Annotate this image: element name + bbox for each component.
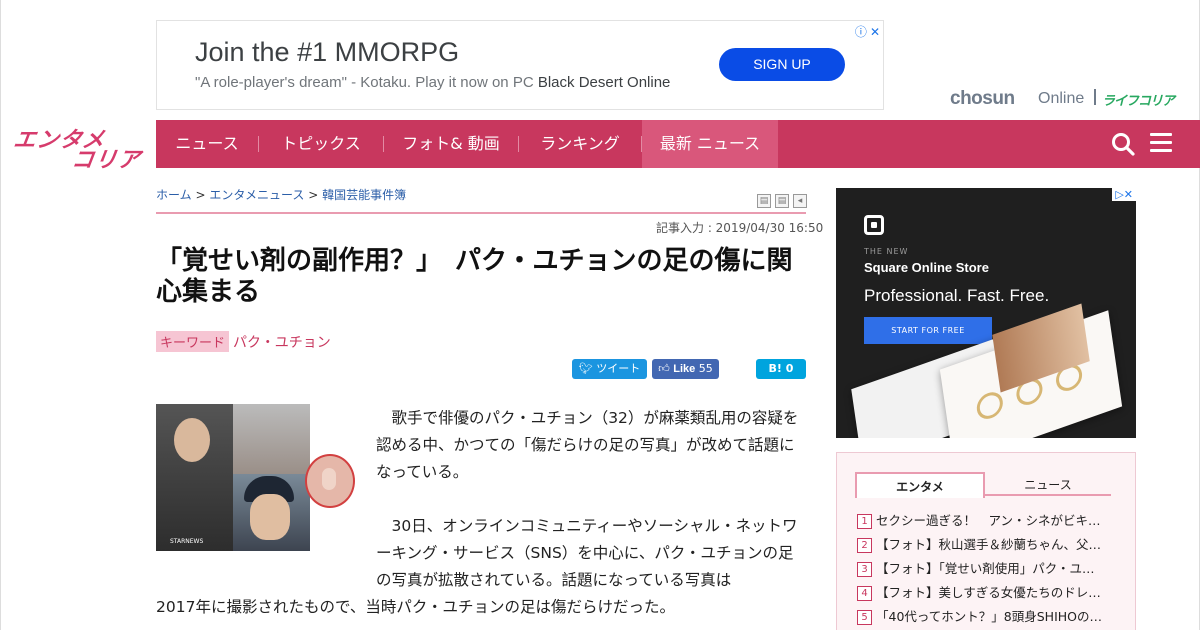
tab-entertainment[interactable]: エンタメ [855,472,985,498]
hatena-bookmark-button[interactable]: B! 0 [756,359,806,379]
ad-desc-text: "A role-player's dream" - Kotaku. Play i… [195,74,534,91]
ad-advertiser[interactable]: Black Desert Online [538,74,671,91]
info-icon[interactable]: ⓘ [855,23,867,40]
rank-number: 4 [857,586,872,601]
search-icon[interactable] [1111,132,1135,156]
ranking-item[interactable]: 4 【フォト】美しすぎる女優たちのドレ… [857,582,1101,601]
keyword-link[interactable]: パク・ユチョン [233,332,331,352]
rank-title: セクシー過ぎる！ アン・シネがビキ… [876,513,1101,528]
main-nav: ニュース トピックス フォト& 動画 ランキング 最新 ニュース [156,120,1200,168]
photo-face-hands [250,494,290,540]
article-photo[interactable]: STARNEWS [156,404,310,551]
rank-number: 1 [857,514,872,529]
ad-signup-button[interactable]: SIGN UP [719,48,845,81]
chosun-online-text[interactable]: Online [1038,90,1084,108]
article-paragraph-2-cont: 2017年に撮影されたもので、当時パク・ユチョンの足は傷だらけだった。 [156,598,676,616]
square-logo-icon [864,215,884,235]
article-date: 記事入力 : 2019/04/30 16:50 [656,221,824,235]
rank-number: 2 [857,538,872,553]
article-paragraph-2: 30日、オンラインコミュニティーやソーシャル・ネットワーキング・サービス（SNS… [376,517,798,589]
ad-title[interactable]: Join the #1 MMORPG [195,37,459,68]
breadcrumb-level2[interactable]: 韓国芸能事件簿 [322,188,406,202]
photo-legs-panel [233,404,310,474]
side-ad-eyebrow: THE NEW [864,247,909,256]
photo-face [174,418,210,462]
article-paragraph-1: 歌手で俳優のパク・ユチョン（32）が麻薬類乱用の容疑を認める中、かつての「傷だら… [376,409,799,481]
thumbs-up-icon: 👍︎ [658,362,670,375]
article-title: 「覚せい剤の副作用？」 パク・ユチョンの足の傷に関心集まる [156,246,793,307]
facebook-like-button[interactable]: 👍︎ Like 55 [652,359,719,379]
rank-title: 【フォト】「覚せい剤使用」パク・ユ… [876,561,1095,576]
photo-zoom-inset [305,454,355,508]
breadcrumb-level1[interactable]: エンタメニュース [209,188,304,202]
article-tools: ▤ ▤ ◂ [753,188,807,208]
ranking-item[interactable]: 3 【フォト】「覚せい剤使用」パク・ユ… [857,558,1095,577]
back-icon[interactable]: ◂ [793,194,807,208]
rank-title: 「40代ってホント？」8頭身SHIHOの… [876,609,1102,624]
breadcrumb-sep: > [304,188,323,202]
nav-item-photo-video[interactable]: フォト& 動画 [384,120,518,168]
print-icon[interactable]: ▤ [757,194,771,208]
side-ad[interactable]: THE NEW Square Online Store Professional… [836,188,1136,438]
close-icon[interactable]: ✕ [870,25,880,39]
nav-item-ranking[interactable]: ランキング [519,120,641,168]
rank-number: 3 [857,562,872,577]
breadcrumb-sep: > [191,188,210,202]
chosun-logo[interactable]: chosun [950,88,1015,110]
brand-divider [1094,89,1096,105]
rank-title: 【フォト】美しすぎる女優たちのドレ… [876,585,1101,600]
nav-item-latest-news[interactable]: 最新 ニュース [642,120,778,168]
photo-watermark: STARNEWS [170,538,204,545]
adchoices-icon[interactable]: ▷✕ [1112,188,1136,201]
site-logo[interactable]: エンタメ コリア [12,122,143,173]
ad-controls: ⓘ ✕ [852,23,880,40]
side-ad-store: Square Online Store [864,260,989,275]
top-ad-banner[interactable]: Join the #1 MMORPG "A role-player's drea… [156,20,884,110]
ranking-item[interactable]: 1 セクシー過ぎる！ アン・シネがビキ… [857,510,1101,529]
ring-image [975,388,1005,423]
tweet-label: ツイート [596,362,641,375]
breadcrumb-home[interactable]: ホーム [156,188,192,202]
page-edge-left [0,0,1,630]
font-size-icon[interactable]: ▤ [775,194,789,208]
breadcrumb-divider [156,212,806,214]
rank-number: 5 [857,610,872,625]
tab-news[interactable]: ニュース [985,474,1111,496]
logo-line2: コリア [69,148,143,173]
keyword-label: キーワード [156,331,230,352]
ad-description: "A role-player's dream" - Kotaku. Play i… [195,74,670,91]
nav-item-news[interactable]: ニュース [156,120,258,168]
side-ad-cta-button[interactable]: START FOR FREE [864,317,992,344]
tweet-button[interactable]: 🐦︎ ツイート [572,359,647,379]
hatena-count: 0 [785,362,794,375]
life-korea-logo[interactable]: ライフコリア [1102,90,1175,109]
breadcrumb: ホーム > エンタメニュース > 韓国芸能事件簿 [156,186,406,203]
like-label: Like [673,363,696,375]
ranking-item[interactable]: 2 【フォト】秋山選手＆紗蘭ちゃん、父… [857,534,1101,553]
like-count: 55 [698,362,713,375]
hamburger-menu-icon[interactable] [1150,133,1172,155]
nav-item-topics[interactable]: トピックス [259,120,383,168]
side-ad-tagline: Professional. Fast. Free. [864,286,1050,305]
rank-title: 【フォト】秋山選手＆紗蘭ちゃん、父… [876,537,1102,552]
twitter-icon: 🐦︎ [578,362,593,375]
hatena-icon: B! [768,362,782,375]
ranking-item[interactable]: 5 「40代ってホント？」8頭身SHIHOの… [857,606,1102,625]
